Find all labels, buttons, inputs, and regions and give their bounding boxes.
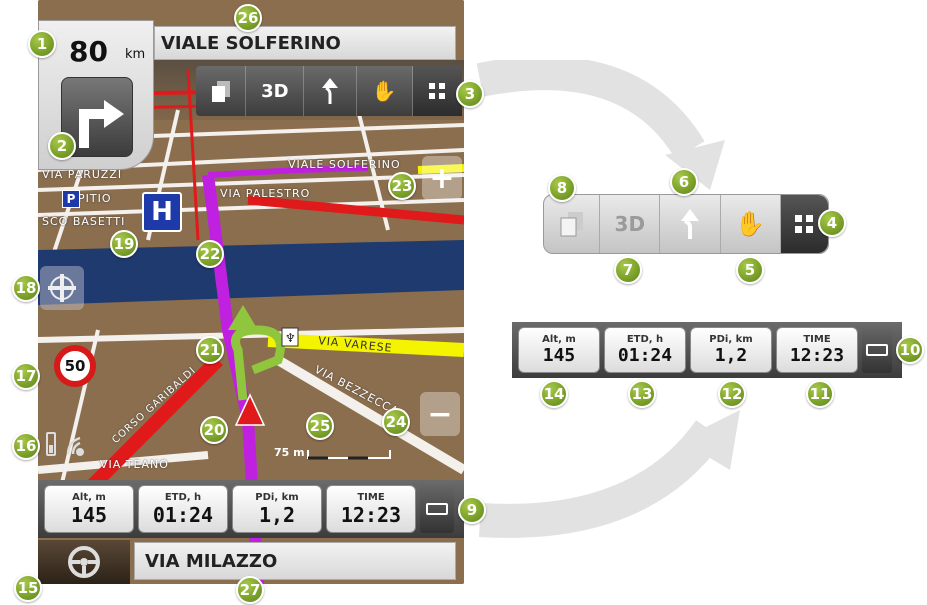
grid-icon[interactable] — [412, 66, 462, 116]
info-cell-etd[interactable]: ETD, h 01:24 — [604, 327, 686, 373]
callout-26: 26 — [234, 4, 262, 32]
info-cell-altitude[interactable]: Alt, m 145 — [44, 485, 134, 533]
callout-12: 12 — [718, 380, 746, 408]
info-cell-distance[interactable]: PDi, km 1,2 — [690, 327, 772, 373]
current-street-bar: VIALE SOLFERINO — [154, 26, 456, 60]
hospital-poi[interactable]: H — [142, 192, 182, 232]
steering-wheel-icon[interactable] — [38, 540, 130, 584]
flow-arrows — [476, 60, 740, 538]
callout-23: 23 — [388, 172, 416, 200]
callout-7: 7 — [614, 256, 642, 284]
map-label-via-palestro: VIA PALESTRO — [220, 187, 311, 200]
layers-icon[interactable] — [544, 195, 601, 253]
callout-8: 8 — [548, 174, 576, 202]
callout-20: 20 — [200, 416, 228, 444]
callout-27: 27 — [236, 576, 264, 604]
callout-25: 25 — [306, 412, 334, 440]
callout-9: 9 — [458, 496, 486, 524]
callout-17: 17 — [12, 362, 40, 390]
speed-limit-sign: 50 — [54, 345, 96, 387]
info-cell-time[interactable]: TIME 12:23 — [326, 485, 416, 533]
callout-21: 21 — [196, 336, 224, 364]
map-label-viale-solferino: VIALE SOLFERINO — [288, 158, 401, 171]
speed-value: 80 — [69, 35, 108, 68]
callout-13: 13 — [628, 380, 656, 408]
next-street-bar: VIA MILAZZO — [134, 542, 456, 580]
view-3d-button[interactable]: 3D — [246, 66, 305, 116]
gps-signal-icon — [64, 428, 96, 460]
callout-11: 11 — [806, 380, 834, 408]
scale-label: 75 m — [274, 446, 305, 459]
callout-10: 10 — [896, 336, 924, 364]
route-icon[interactable] — [660, 195, 721, 253]
callout-2: 2 — [48, 132, 76, 160]
info-bar: Alt, m 145 ETD, h 01:24 PDi, km 1,2 TIME… — [38, 480, 464, 538]
battery-icon — [46, 432, 56, 456]
info-toggle-button[interactable] — [862, 327, 892, 373]
view-3d-button[interactable]: 3D — [600, 195, 661, 253]
info-cell-etd[interactable]: ETD, h 01:24 — [138, 485, 228, 533]
callout-22: 22 — [196, 240, 224, 268]
info-toggle-button[interactable] — [420, 485, 454, 533]
callout-4: 4 — [818, 209, 846, 237]
hand-icon[interactable]: ✋ — [721, 195, 781, 253]
callout-1: 1 — [28, 30, 56, 58]
compass-icon[interactable] — [40, 266, 84, 310]
toolbar-expanded: 3D ✋ — [543, 194, 829, 254]
info-cell-altitude[interactable]: Alt, m 145 — [518, 327, 600, 373]
callout-19: 19 — [110, 230, 138, 258]
map-label-pitio: PITIO — [78, 192, 112, 205]
route-icon[interactable] — [304, 66, 357, 116]
callout-3: 3 — [456, 80, 484, 108]
callout-24: 24 — [382, 408, 410, 436]
callout-18: 18 — [12, 274, 40, 302]
info-cell-distance[interactable]: PDi, km 1,2 — [232, 485, 322, 533]
svg-text:♆: ♆ — [285, 331, 296, 345]
map-toolbar: 3D ✋ — [196, 66, 462, 116]
layers-icon[interactable] — [196, 66, 247, 116]
callout-6: 6 — [670, 168, 698, 196]
callout-14: 14 — [540, 380, 568, 408]
parking-poi[interactable]: P — [62, 190, 80, 208]
map-label-via-teano: VIA TEANO — [100, 458, 169, 471]
hand-icon[interactable]: ✋ — [357, 66, 413, 116]
map-label-basetti: SCO BASETTI — [42, 215, 126, 228]
info-cell-time[interactable]: TIME 12:23 — [776, 327, 858, 373]
callout-5: 5 — [736, 256, 764, 284]
callout-16: 16 — [12, 432, 40, 460]
speed-unit: km — [125, 47, 146, 62]
info-bar-expanded: Alt, m 145 ETD, h 01:24 PDi, km 1,2 TIME… — [512, 322, 902, 378]
callout-15: 15 — [14, 574, 42, 602]
